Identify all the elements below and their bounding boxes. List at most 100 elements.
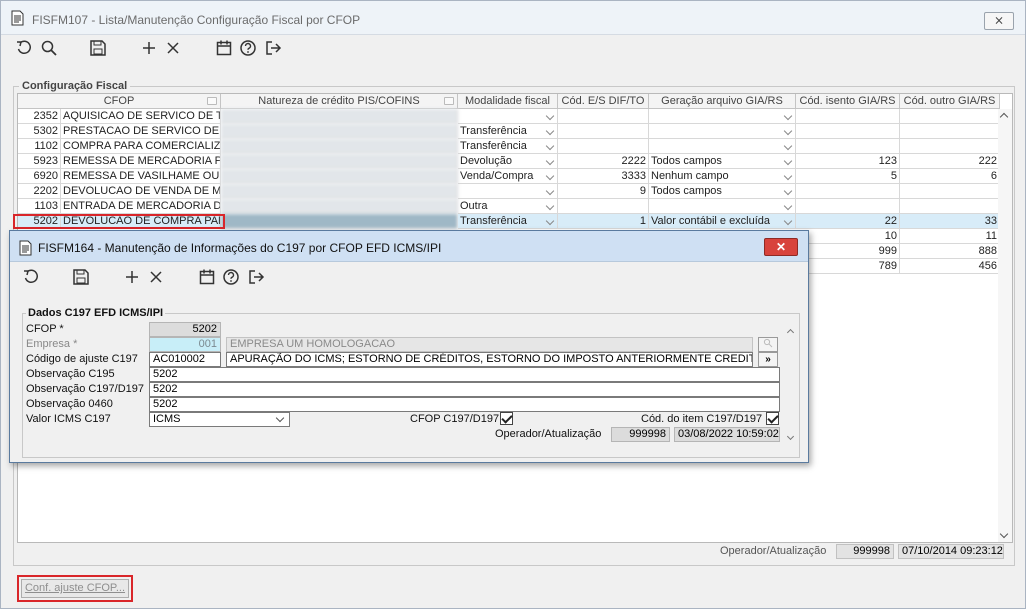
col-header-natureza[interactable]: Natureza de crédito PIS/COFINS xyxy=(221,94,458,109)
chevron-down-icon[interactable] xyxy=(783,171,793,181)
table-row[interactable]: 2202 DEVOLUCAO DE VENDA DE MEF 9 Todos camp… xyxy=(18,184,1000,199)
cod-outro-cell[interactable]: 6 xyxy=(900,169,1000,184)
cod-outro-cell[interactable]: 33 xyxy=(900,214,1000,229)
refresh-button[interactable] xyxy=(13,37,35,59)
cfop-cell[interactable]: 2352 xyxy=(18,109,61,124)
cod-item-checkbox[interactable] xyxy=(766,412,779,425)
chevron-down-icon[interactable] xyxy=(545,171,555,181)
cod-outro-cell[interactable] xyxy=(900,139,1000,154)
valor-icms-select[interactable]: ICMS xyxy=(149,412,290,427)
col-header-cod-isento[interactable]: Cód. isento GIA/RS xyxy=(796,94,900,109)
obs195-input[interactable]: 5202 xyxy=(149,367,780,382)
conf-ajuste-cfop-button[interactable]: Conf. ajuste CFOP... xyxy=(17,575,133,602)
table-row-selected[interactable]: 5202 DEVOLUCAO DE COMPRA PARA Transferênci… xyxy=(13,214,1000,229)
cod-outro-cell[interactable] xyxy=(900,109,1000,124)
cod-outro-cell[interactable]: 456 xyxy=(900,259,1000,274)
geracao-gia-cell[interactable]: Todos campos xyxy=(649,184,796,199)
chevron-down-icon[interactable] xyxy=(783,111,793,121)
cod-es-cell[interactable] xyxy=(558,199,649,214)
cod-isento-cell[interactable]: 5 xyxy=(796,169,900,184)
cod-isento-cell[interactable] xyxy=(796,109,900,124)
cod-es-cell[interactable] xyxy=(558,124,649,139)
modalidade-cell[interactable]: Outra xyxy=(458,199,558,214)
table-row[interactable]: 1103 ENTRADA DE MERCADORIA DE T Outra xyxy=(18,199,1000,214)
delete-button[interactable] xyxy=(162,37,184,59)
cfop-cell[interactable]: 5302 xyxy=(18,124,61,139)
modalidade-cell[interactable]: Transferência xyxy=(458,139,558,154)
natureza-cell[interactable] xyxy=(221,154,458,169)
chevron-down-icon[interactable] xyxy=(545,141,555,151)
cod-isento-cell[interactable]: 22 xyxy=(796,214,900,229)
col-header-geracao-gia[interactable]: Geração arquivo GIA/RS xyxy=(649,94,796,109)
help-button[interactable] xyxy=(237,37,259,59)
cod-es-cell[interactable]: 9 xyxy=(558,184,649,199)
table-row[interactable]: 5302 PRESTACAO DE SERVICO DE CC Transferên… xyxy=(18,124,1000,139)
natureza-cell[interactable] xyxy=(221,124,458,139)
dialog-close-button[interactable]: ✕ xyxy=(764,238,798,256)
cod-isento-cell[interactable]: 10 xyxy=(796,229,900,244)
scroll-down-icon[interactable] xyxy=(999,529,1009,539)
modalidade-cell[interactable] xyxy=(458,184,558,199)
cod-isento-cell[interactable] xyxy=(796,184,900,199)
cod-isento-cell[interactable] xyxy=(796,124,900,139)
chevron-down-icon[interactable] xyxy=(545,186,555,196)
chevron-down-icon[interactable] xyxy=(783,141,793,151)
cod-outro-cell[interactable] xyxy=(900,199,1000,214)
calendar-button[interactable] xyxy=(213,37,235,59)
sort-icon[interactable] xyxy=(444,97,454,105)
chevron-down-icon[interactable] xyxy=(783,201,793,211)
cod-outro-cell[interactable] xyxy=(900,184,1000,199)
chevron-down-icon[interactable] xyxy=(783,186,793,196)
natureza-cell[interactable] xyxy=(221,169,458,184)
cod-outro-cell[interactable]: 888 xyxy=(900,244,1000,259)
cod-isento-cell[interactable] xyxy=(796,139,900,154)
geracao-gia-cell[interactable] xyxy=(649,124,796,139)
scroll-up-icon[interactable] xyxy=(999,112,1009,122)
cod-isento-cell[interactable]: 999 xyxy=(796,244,900,259)
cod-outro-cell[interactable]: 222 xyxy=(900,154,1000,169)
geracao-gia-cell[interactable]: Todos campos xyxy=(649,154,796,169)
cfop-cell[interactable]: 2202 xyxy=(18,184,61,199)
chevron-down-icon[interactable] xyxy=(783,126,793,136)
chevron-down-icon[interactable] xyxy=(545,216,555,226)
cod-isento-cell[interactable] xyxy=(796,199,900,214)
exit-button[interactable] xyxy=(262,37,284,59)
table-row[interactable]: 5923 REMESSA DE MERCADORIA POR Devolução 22… xyxy=(18,154,1000,169)
cod-outro-cell[interactable] xyxy=(900,124,1000,139)
col-header-cod-es[interactable]: Cód. E/S DIF/TO xyxy=(558,94,649,109)
chevron-down-icon[interactable] xyxy=(545,156,555,166)
cfop-desc-cell[interactable]: AQUISICAO DE SERVICO DE TRA xyxy=(61,109,221,124)
search-button[interactable] xyxy=(38,37,60,59)
table-row[interactable]: 6920 REMESSA DE VASILHAME OU S/Venda/Comp… xyxy=(18,169,1000,184)
chevron-down-icon[interactable] xyxy=(783,216,793,226)
cfop-cell[interactable]: 1103 xyxy=(18,199,61,214)
cod-es-cell[interactable] xyxy=(558,109,649,124)
cfop-desc-cell[interactable]: DEVOLUCAO DE VENDA DE MEF xyxy=(61,184,221,199)
geracao-gia-cell[interactable] xyxy=(649,139,796,154)
modalidade-cell[interactable]: Venda/Compra xyxy=(458,169,558,184)
table-row[interactable]: 2352 AQUISICAO DE SERVICO DE TRA xyxy=(18,109,1000,124)
chevron-down-icon[interactable] xyxy=(545,201,555,211)
col-header-modalidade[interactable]: Modalidade fiscal xyxy=(458,94,558,109)
obs460-input[interactable]: 5202 xyxy=(149,397,780,412)
cod-es-cell[interactable]: 3333 xyxy=(558,169,649,184)
modalidade-cell[interactable]: Transferência xyxy=(458,124,558,139)
natureza-cell[interactable] xyxy=(221,199,458,214)
sort-icon[interactable] xyxy=(207,97,217,105)
cod-outro-cell[interactable]: 11 xyxy=(900,229,1000,244)
save-button[interactable] xyxy=(87,37,109,59)
table-row[interactable]: 1102 COMPRA PARA COMERCIALIZAC Transferênc… xyxy=(18,139,1000,154)
cod-es-cell[interactable]: 1 xyxy=(558,214,649,229)
cfop-cell[interactable]: 5923 xyxy=(18,154,61,169)
ajuste-code-input[interactable]: AC010002 xyxy=(149,352,221,367)
modalidade-cell[interactable]: Devolução xyxy=(458,154,558,169)
dialog-save-button[interactable] xyxy=(70,266,92,288)
cod-isento-cell[interactable]: 789 xyxy=(796,259,900,274)
cfop-desc-cell[interactable]: COMPRA PARA COMERCIALIZAC xyxy=(61,139,221,154)
cfop-desc-cell[interactable]: ENTRADA DE MERCADORIA DE T xyxy=(61,199,221,214)
scroll-up-icon[interactable] xyxy=(786,328,795,337)
geracao-gia-cell[interactable]: Nenhum campo xyxy=(649,169,796,184)
cfop-cell[interactable]: 6920 xyxy=(18,169,61,184)
geracao-gia-cell[interactable] xyxy=(649,199,796,214)
obs197-input[interactable]: 5202 xyxy=(149,382,780,397)
